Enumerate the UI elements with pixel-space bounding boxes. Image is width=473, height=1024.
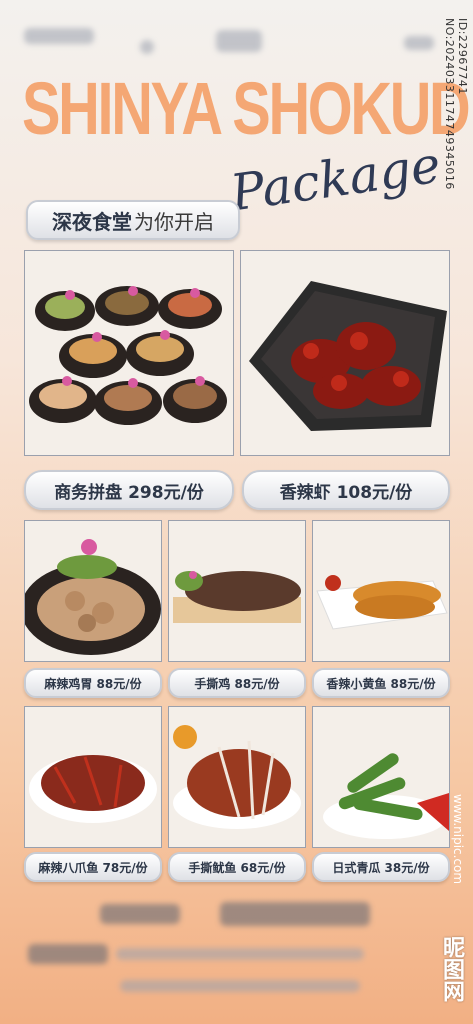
blurred-dot: [140, 40, 154, 54]
platter-photo: [24, 250, 234, 456]
shredded-chicken-price: 手撕鸡 88元/份: [168, 668, 306, 698]
blurred-reservation-label: [100, 904, 180, 924]
shredded-chicken-image: [169, 521, 305, 661]
cucumber-photo: [312, 706, 450, 848]
blurred-logo-center: [216, 30, 262, 52]
squid-price: 手撕鱿鱼 68元/份: [168, 852, 306, 882]
platter-image: [25, 251, 233, 455]
octopus-image: [25, 707, 161, 847]
crayfish-image: [241, 251, 449, 455]
squid-image: [169, 707, 305, 847]
watermark-brand: 昵图网: [439, 936, 464, 1002]
blurred-address: [116, 948, 364, 960]
cucumber-price: 日式青瓜 38元/份: [312, 852, 450, 882]
cucumber-image: [313, 707, 449, 847]
platter-price: 商务拼盘 298元/份: [24, 470, 234, 510]
watermark-url: www.nipic.com: [451, 793, 465, 884]
subtitle-rest: 为你开启: [134, 209, 214, 234]
blurred-logo-left: [24, 28, 94, 44]
yellow-croaker-image: [313, 521, 449, 661]
watermark-id: ID:22967741 NO:20240331174749345016: [443, 18, 469, 190]
gizzard-price: 麻辣鸡胃 88元/份: [24, 668, 162, 698]
blurred-address-label: [28, 944, 108, 964]
blurred-footer-icons: [120, 980, 360, 992]
chicken-gizzard-photo: [24, 520, 162, 662]
blurred-phone-number: [220, 902, 370, 926]
octopus-photo: [24, 706, 162, 848]
chicken-gizzard-image: [25, 521, 161, 661]
yellow-croaker-photo: [312, 520, 450, 662]
main-title: SHINYA SHOKUD: [22, 67, 471, 150]
subtitle-bold: 深夜食堂: [52, 209, 132, 234]
squid-photo: [168, 706, 306, 848]
subtitle-pill: 深夜食堂 为你开启: [26, 200, 240, 240]
crayfish-price: 香辣虾 108元/份: [242, 470, 450, 510]
yellow-croaker-price: 香辣小黄鱼 88元/份: [312, 668, 450, 698]
shredded-chicken-photo: [168, 520, 306, 662]
octopus-price: 麻辣八爪鱼 78元/份: [24, 852, 162, 882]
crayfish-photo: [240, 250, 450, 456]
blurred-logo-right: [404, 36, 434, 50]
